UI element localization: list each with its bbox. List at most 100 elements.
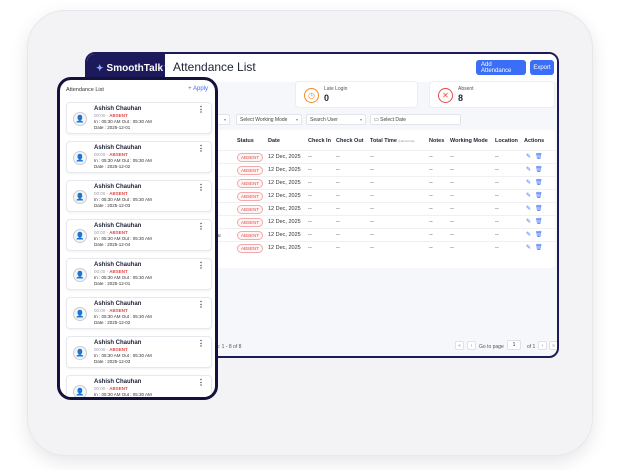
working-mode-select[interactable]: Select Working Mode ▾ <box>236 114 302 125</box>
user-avatar-icon: 👤 <box>73 151 87 165</box>
last-page-button[interactable]: » <box>549 341 557 350</box>
trash-icon[interactable]: 🗑 <box>535 218 543 225</box>
apply-button[interactable]: + Apply <box>188 86 208 92</box>
trash-icon[interactable]: 🗑 <box>535 231 543 238</box>
more-options-icon[interactable]: ⋮ <box>197 339 205 348</box>
add-attendance-button[interactable]: Add Attendance <box>476 60 526 75</box>
working-mode-value: Select Working Mode <box>240 117 288 123</box>
attendance-card[interactable]: 👤 Ashish Chauhan 00:00 - ABSENT In : 05:… <box>66 219 212 251</box>
notes-cell: -- <box>429 167 433 173</box>
table-row: ABSENT 12 Dec, 2025 -- -- -- -- -- -- ✎ … <box>215 163 555 176</box>
column-header-notes: Notes <box>429 138 445 144</box>
more-options-icon[interactable]: ⋮ <box>197 183 205 192</box>
column-header-working-mode: Working Mode <box>450 138 488 144</box>
prev-page-button[interactable]: ‹ <box>467 341 476 350</box>
total-time-cell: -- <box>370 245 374 251</box>
attendance-card[interactable]: 👤 Ashish Chauhan 00:00 - ABSENT In : 05:… <box>66 141 212 173</box>
more-options-icon[interactable]: ⋮ <box>197 144 205 153</box>
edit-icon[interactable]: ✎ <box>526 166 531 173</box>
edit-icon[interactable]: ✎ <box>526 179 531 186</box>
attendance-card[interactable]: 👤 Ashish Chauhan 00:00 - ABSENT In : 05:… <box>66 336 212 368</box>
card-time: 00:00 <box>94 386 106 391</box>
status-badge: ABSENT <box>237 244 264 253</box>
attendance-card[interactable]: 👤 Ashish Chauhan 00:00 - ABSENT In : 05:… <box>66 102 212 134</box>
notes-cell: -- <box>429 193 433 199</box>
working-mode-cell: -- <box>450 206 454 212</box>
total-time-unit: (HH:mm:ss) <box>398 139 415 143</box>
chevron-down-icon: ▾ <box>295 117 298 122</box>
page-count: of 1 <box>527 344 536 350</box>
card-status: ABSENT <box>109 113 128 118</box>
card-status-line: 00:00 - ABSENT <box>94 269 128 274</box>
table-row: ABSENT 12 Dec, 2025 -- -- -- -- -- -- ✎ … <box>215 215 555 228</box>
user-avatar-icon: 👤 <box>73 229 87 243</box>
card-user-name: Ashish Chauhan <box>94 340 142 346</box>
attendance-card[interactable]: 👤 Ashish Chauhan 00:00 - ABSENT In : 05:… <box>66 375 212 397</box>
card-status-line: 00:00 - ABSENT <box>94 152 128 157</box>
card-status-line: 00:00 - ABSENT <box>94 191 128 196</box>
column-header-check-in: Check In <box>308 138 331 144</box>
card-in-out: In : 05:30 AM Out : 05:30 AM <box>94 119 152 124</box>
check-in-cell: -- <box>308 154 312 160</box>
edit-icon[interactable]: ✎ <box>526 231 531 238</box>
first-page-button[interactable]: « <box>455 341 464 350</box>
card-date: Date : 2025-12-01 <box>94 281 131 286</box>
edit-icon[interactable]: ✎ <box>526 192 531 199</box>
date-cell: 12 Dec, 2025 <box>268 154 301 160</box>
card-time: 00:00 <box>94 113 106 118</box>
go-to-page-label: Go to page <box>479 344 504 350</box>
stat-label: Late Login <box>324 86 348 92</box>
trash-icon[interactable]: 🗑 <box>535 192 543 199</box>
card-date: Date : 2025-12-02 <box>94 320 131 325</box>
total-time-label: Total Time <box>370 138 397 144</box>
total-time-cell: -- <box>370 219 374 225</box>
edit-icon[interactable]: ✎ <box>526 205 531 212</box>
more-options-icon[interactable]: ⋮ <box>197 222 205 231</box>
sparkle-icon: ✦ <box>96 62 104 73</box>
edit-icon[interactable]: ✎ <box>526 218 531 225</box>
check-out-cell: -- <box>336 232 340 238</box>
trash-icon[interactable]: 🗑 <box>535 179 543 186</box>
date-cell: 12 Dec, 2025 <box>268 206 301 212</box>
card-in-out: In : 05:30 AM Out : 05:30 AM <box>94 353 152 358</box>
page-number-input[interactable]: 1 <box>507 340 521 350</box>
stat-value: 8 <box>458 93 464 103</box>
date-cell: 12 Dec, 2025 <box>268 245 301 251</box>
card-user-name: Ashish Chauhan <box>94 301 142 307</box>
date-picker[interactable]: ▭ Select Date <box>370 114 461 125</box>
trash-icon[interactable]: 🗑 <box>535 153 543 160</box>
next-page-button[interactable]: › <box>538 341 547 350</box>
total-time-cell: -- <box>370 180 374 186</box>
more-options-icon[interactable]: ⋮ <box>197 105 205 114</box>
edit-icon[interactable]: ✎ <box>526 244 531 251</box>
trash-icon[interactable]: 🗑 <box>535 244 543 251</box>
check-in-cell: -- <box>308 232 312 238</box>
more-options-icon[interactable]: ⋮ <box>197 261 205 270</box>
more-options-icon[interactable]: ⋮ <box>197 300 205 309</box>
card-in-out: In : 05:30 AM Out : 05:30 AM <box>94 314 152 319</box>
card-in-out: In : 05:30 AM Out : 05:30 AM <box>94 392 152 397</box>
attendance-table: Status Date Check In Check Out Total Tim… <box>215 130 555 268</box>
card-date: Date : 2025-12-03 <box>94 203 131 208</box>
attendance-card[interactable]: 👤 Ashish Chauhan 00:00 - ABSENT In : 05:… <box>66 180 212 212</box>
more-options-icon[interactable]: ⋮ <box>197 378 205 387</box>
filter-bar: ▾ Select Working Mode ▾ Search User ▾ ▭ Se… <box>215 112 555 128</box>
card-status: ABSENT <box>109 308 128 313</box>
edit-icon[interactable]: ✎ <box>526 153 531 160</box>
date-cell: 12 Dec, 2025 <box>268 193 301 199</box>
trash-icon[interactable]: 🗑 <box>535 205 543 212</box>
card-user-name: Ashish Chauhan <box>94 106 142 112</box>
card-status: ABSENT <box>109 191 128 196</box>
mobile-header-title: Attendance List <box>66 87 104 93</box>
card-in-out: In : 05:30 AM Out : 05:30 AM <box>94 197 152 202</box>
user-avatar-icon: 👤 <box>73 112 87 126</box>
attendance-card[interactable]: 👤 Ashish Chauhan 00:00 - ABSENT In : 05:… <box>66 258 212 290</box>
status-badge: ABSENT <box>237 218 264 227</box>
attendance-card[interactable]: 👤 Ashish Chauhan 00:00 - ABSENT In : 05:… <box>66 297 212 329</box>
card-status: ABSENT <box>109 152 128 157</box>
export-button[interactable]: Export <box>530 60 554 75</box>
card-status: ABSENT <box>109 347 128 352</box>
user-search-select[interactable]: Search User ▾ <box>306 114 366 125</box>
user-avatar-icon: 👤 <box>73 385 87 397</box>
trash-icon[interactable]: 🗑 <box>535 166 543 173</box>
